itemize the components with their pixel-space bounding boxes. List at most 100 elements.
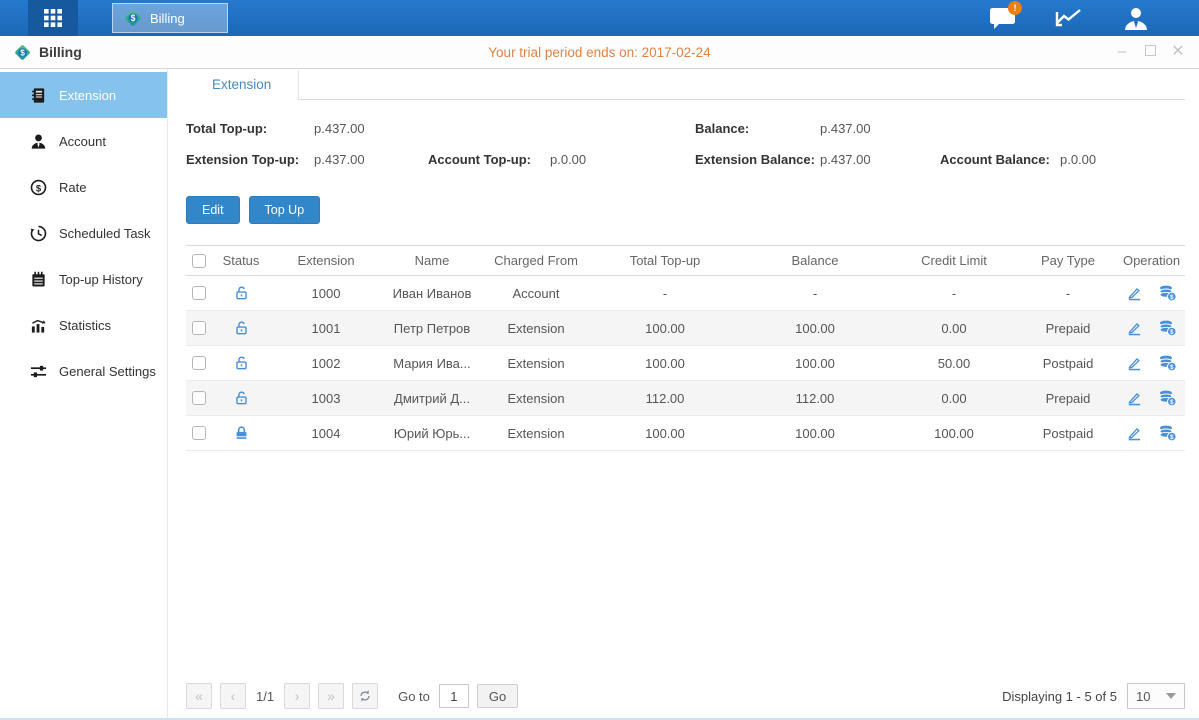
account-topup-label: Account Top-up: [428,152,550,167]
row-checkbox[interactable] [192,356,206,370]
extension-cell: 1000 [270,286,382,301]
row-checkbox[interactable] [192,286,206,300]
operation-cell: $ [1118,389,1185,407]
table-row[interactable]: 1004 Юрий Юрь... Extension 100.00 100.00… [186,416,1185,451]
user-account-button[interactable] [1121,5,1151,31]
edit-row-button[interactable] [1126,425,1143,442]
pay-type-cell: Prepaid [1018,391,1118,406]
sidebar-item-general-settings[interactable]: General Settings [0,348,167,394]
last-page-button[interactable]: » [318,683,344,709]
status-cell [212,389,270,407]
app-grid-icon [43,8,63,28]
top-up-row-button[interactable]: $ [1158,284,1177,302]
next-page-button[interactable]: › [284,683,310,709]
total-topup-cell: - [590,286,740,301]
pencil-icon [1126,390,1143,407]
close-icon[interactable]: ✕ [1171,44,1185,60]
row-checkbox[interactable] [192,321,206,335]
name-cell: Дмитрий Д... [382,391,482,406]
balance-cell: 100.00 [740,356,890,371]
extension-balance-value: p.437.00 [820,152,940,167]
sidebar-item-account[interactable]: Account [0,118,167,164]
tab-strip: Extension [185,69,1185,100]
window-title-text: Billing [39,44,82,60]
account-balance-value: p.0.00 [1060,152,1185,167]
coins-dollar-icon: $ [1158,354,1177,372]
svg-text:$: $ [131,13,136,23]
sidebar-item-rate[interactable]: $ Rate [0,164,167,210]
sidebar-item-topup-history[interactable]: Top-up History [0,256,167,302]
billing-diamond-dollar-icon: $ [123,8,143,28]
coins-dollar-icon: $ [1158,424,1177,442]
total-topup-cell: 100.00 [590,321,740,336]
minimize-icon[interactable]: – [1115,44,1129,60]
notepad-icon [30,271,47,288]
sidebar-item-statistics[interactable]: Statistics [0,302,167,348]
edit-row-button[interactable] [1126,320,1143,337]
edit-button[interactable]: Edit [186,196,240,224]
user-icon [1123,6,1149,31]
maximize-icon[interactable] [1143,44,1157,60]
sidebar-item-label: General Settings [59,364,156,379]
messages-button[interactable]: ! [987,5,1017,31]
pencil-icon [1126,285,1143,302]
page-indicator: 1/1 [256,689,274,704]
sidebar-item-extension[interactable]: Extension [0,72,167,118]
table-row[interactable]: 1001 Петр Петров Extension 100.00 100.00… [186,311,1185,346]
total-topup-value: p.437.00 [314,121,428,136]
top-up-row-button[interactable]: $ [1158,389,1177,407]
top-up-row-button[interactable]: $ [1158,354,1177,372]
credit-limit-cell: 100.00 [890,426,1018,441]
edit-row-button[interactable] [1126,355,1143,372]
sidebar: Extension Account $ Rate Scheduled Task [0,69,168,718]
line-chart-icon [1055,7,1083,29]
pay-type-cell: Prepaid [1018,321,1118,336]
chevron-down-icon [1166,693,1176,699]
refresh-button[interactable] [352,683,378,709]
pay-type-cell: - [1018,286,1118,301]
tab-extension[interactable]: Extension [185,70,299,101]
locked-icon [233,424,250,442]
resource-monitor-button[interactable] [1054,5,1084,31]
table-row[interactable]: 1003 Дмитрий Д... Extension 112.00 112.0… [186,381,1185,416]
app-launcher-button[interactable] [28,0,78,36]
operation-cell: $ [1118,354,1185,372]
col-pay-type: Pay Type [1018,253,1118,268]
window-titlebar: $ Billing Your trial period ends on: 201… [0,36,1199,69]
row-checkbox[interactable] [192,426,206,440]
trial-period-message: Your trial period ends on: 2017-02-24 [0,45,1199,60]
extension-balance-label: Extension Balance: [695,152,820,167]
sidebar-item-scheduled-task[interactable]: Scheduled Task [0,210,167,256]
row-checkbox[interactable] [192,391,206,405]
clock-history-icon [30,225,47,242]
status-cell [212,319,270,337]
charged-from-cell: Extension [482,321,590,336]
topbar-tab-billing[interactable]: $ Billing [112,3,228,33]
sidebar-item-label: Scheduled Task [59,226,151,241]
goto-page-input[interactable] [439,684,469,708]
pay-type-cell: Postpaid [1018,356,1118,371]
top-up-row-button[interactable]: $ [1158,424,1177,442]
svg-text:$: $ [1170,364,1174,371]
select-all-checkbox[interactable] [192,254,206,268]
table-row[interactable]: 1000 Иван Иванов Account - - - - [186,276,1185,311]
charged-from-cell: Extension [482,391,590,406]
edit-row-button[interactable] [1126,285,1143,302]
col-credit-limit: Credit Limit [890,253,1018,268]
coins-dollar-icon: $ [1158,284,1177,302]
sidebar-item-label: Account [59,134,106,149]
edit-row-button[interactable] [1126,390,1143,407]
account-balance-label: Account Balance: [940,152,1060,167]
sidebar-item-label: Extension [59,88,116,103]
go-button[interactable]: Go [477,684,518,708]
top-up-row-button[interactable]: $ [1158,319,1177,337]
top-up-button[interactable]: Top Up [249,196,321,224]
operation-cell: $ [1118,284,1185,302]
ledger-icon [30,87,47,104]
first-page-button[interactable]: « [186,683,212,709]
table-row[interactable]: 1002 Мария Ива... Extension 100.00 100.0… [186,346,1185,381]
total-topup-label: Total Top-up: [186,121,314,136]
prev-page-button[interactable]: ‹ [220,683,246,709]
page-size-dropdown[interactable]: 10 [1127,683,1185,709]
bar-chart-icon [30,317,47,334]
